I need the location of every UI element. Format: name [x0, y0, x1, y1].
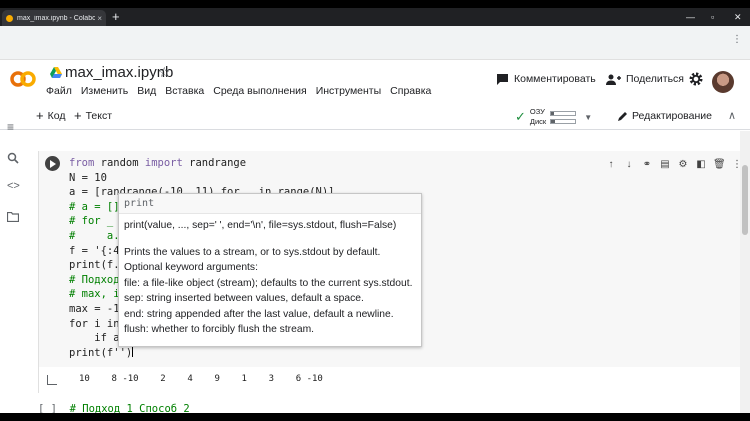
tab-close-icon[interactable]: ×	[97, 14, 102, 23]
comment-label: Комментировать	[514, 73, 596, 85]
tooltip-doc-line: file: a file-like object (stream); defau…	[124, 277, 413, 289]
avatar[interactable]	[712, 71, 734, 93]
add-code-button[interactable]: + Код	[36, 108, 66, 123]
add-code-label: Код	[47, 110, 66, 122]
ram-label: ОЗУ	[529, 107, 545, 116]
notebook-toolbar: + Код + Текст ✓ ОЗУ Диск ▼ Редактировани…	[0, 104, 750, 130]
disk-bar-fill	[551, 119, 555, 123]
ram-bar	[550, 110, 577, 116]
comment-button[interactable]: Комментировать	[496, 73, 596, 85]
colab-favicon-icon	[6, 14, 13, 22]
menu-icon[interactable]: ≡	[7, 120, 14, 134]
browser-menu-icon[interactable]: ⋮	[732, 34, 742, 45]
resources-indicator[interactable]: ✓ ОЗУ Диск ▼	[515, 107, 592, 127]
move-up-icon[interactable]: ↑	[605, 159, 617, 170]
scrollbar-thumb[interactable]	[742, 165, 748, 235]
address-bar[interactable]: ⋮	[0, 26, 750, 60]
output-area: 10 8 -10 2 4 9 1 3 6 -10	[38, 367, 740, 393]
chevron-down-icon[interactable]: ▼	[584, 113, 592, 122]
tooltip-signature: print(value, ..., sep=' ', end='\n', fil…	[124, 220, 397, 231]
text-cursor	[132, 345, 134, 357]
tooltip-name: print	[119, 194, 421, 214]
output-clear-icon[interactable]	[47, 375, 57, 385]
disk-label: Диск	[529, 117, 547, 126]
code-line-2: N = 10	[69, 171, 107, 184]
connected-check-icon: ✓	[515, 109, 526, 124]
move-down-icon[interactable]: ↓	[623, 159, 635, 170]
add-text-button[interactable]: + Текст	[74, 108, 113, 123]
resource-labels: ОЗУ Диск	[530, 107, 546, 127]
browser-tab-bar: max_imax.ipynb - Colaboratory × + — ▫ ✕	[0, 8, 750, 26]
plus-icon: +	[36, 108, 44, 123]
share-label: Поделиться	[626, 73, 684, 85]
cell-toolbar: ↑ ↓ ⚭ ▤ ⚙ ◧ 🗑 ⋮	[605, 159, 743, 170]
drive-icon	[50, 67, 62, 78]
code-line-15-text: print(f'')	[69, 346, 133, 359]
tooltip-doc-line: end: string appended after the last valu…	[124, 308, 394, 320]
star-icon[interactable]: ☆	[158, 64, 171, 81]
colab-logo-icon[interactable]	[10, 70, 36, 88]
comment-cell-icon[interactable]: ▤	[659, 159, 671, 170]
tooltip-doc-line: Optional keyword arguments:	[124, 262, 258, 274]
tooltip-doc-line: flush: whether to forcibly flush the str…	[124, 324, 315, 336]
add-text-label: Текст	[85, 110, 113, 122]
chevron-up-icon[interactable]: ∧	[728, 109, 736, 122]
next-code-cell[interactable]: [ ] # Подход 1 Способ 2	[38, 403, 190, 413]
next-cell-text: # Подход 1 Способ 2	[69, 403, 190, 413]
menu-insert[interactable]: Вставка	[165, 85, 204, 97]
screen: max_imax.ipynb - Colaboratory × + — ▫ ✕ …	[0, 8, 750, 413]
comment-icon	[497, 74, 508, 85]
code-icon[interactable]: <>	[7, 180, 20, 192]
plus-icon: +	[74, 108, 82, 123]
side-rail: ≡ <>	[0, 108, 28, 413]
cell-bracket: [ ]	[38, 403, 57, 413]
cell-output: 10 8 -10 2 4 9 1 3 6 -10	[79, 374, 323, 384]
menu-runtime[interactable]: Среда выполнения	[213, 85, 306, 97]
minimize-button[interactable]: —	[686, 10, 695, 24]
menu-file[interactable]: Файл	[46, 85, 72, 97]
ram-bar-fill	[551, 111, 554, 115]
tooltip-doc-line: sep: string inserted between values, def…	[124, 293, 364, 305]
menu-view[interactable]: Вид	[137, 85, 156, 97]
share-button[interactable]: Поделиться	[606, 73, 684, 85]
code-line-1: from random import randrange	[69, 157, 247, 169]
code-line-15: print(f'')	[69, 345, 335, 361]
cell-settings-icon[interactable]: ⚙	[677, 159, 689, 170]
folder-icon[interactable]	[7, 212, 19, 222]
signature-tooltip: print print(value, ..., sep=' ', end='\n…	[118, 193, 422, 347]
menu-edit[interactable]: Изменить	[81, 85, 128, 97]
editing-mode-button[interactable]: Редактирование	[617, 110, 712, 122]
editing-label: Редактирование	[632, 110, 712, 122]
link-icon[interactable]: ⚭	[641, 159, 653, 170]
disk-bar	[550, 118, 577, 124]
delete-icon[interactable]: 🗑	[713, 159, 726, 170]
menu-bar: Файл Изменить Вид Вставка Среда выполнен…	[46, 85, 431, 97]
resource-bars	[550, 110, 577, 124]
scrollbar[interactable]	[740, 131, 750, 413]
maximize-button[interactable]: ▫	[711, 10, 714, 24]
colab-header: max_imax.ipynb ☆ Файл Изменить Вид Встав…	[0, 60, 750, 100]
new-tab-button[interactable]: +	[112, 9, 120, 25]
run-cell-button[interactable]	[45, 156, 60, 171]
menu-tools[interactable]: Инструменты	[316, 85, 381, 97]
gear-icon[interactable]	[688, 71, 704, 87]
pencil-icon	[618, 111, 627, 121]
tooltip-doc-line: Prints the values to a stream, or to sys…	[124, 247, 381, 258]
close-window-button[interactable]: ✕	[734, 10, 742, 24]
menu-help[interactable]: Справка	[390, 85, 431, 97]
mirror-cell-icon[interactable]: ◧	[695, 159, 707, 170]
browser-tab[interactable]: max_imax.ipynb - Colaboratory ×	[2, 10, 106, 26]
tooltip-doc: Prints the values to a stream, or to sys…	[119, 231, 421, 337]
search-icon[interactable]	[7, 152, 19, 164]
tab-title: max_imax.ipynb - Colaboratory	[17, 14, 96, 22]
share-people-icon	[606, 74, 621, 85]
